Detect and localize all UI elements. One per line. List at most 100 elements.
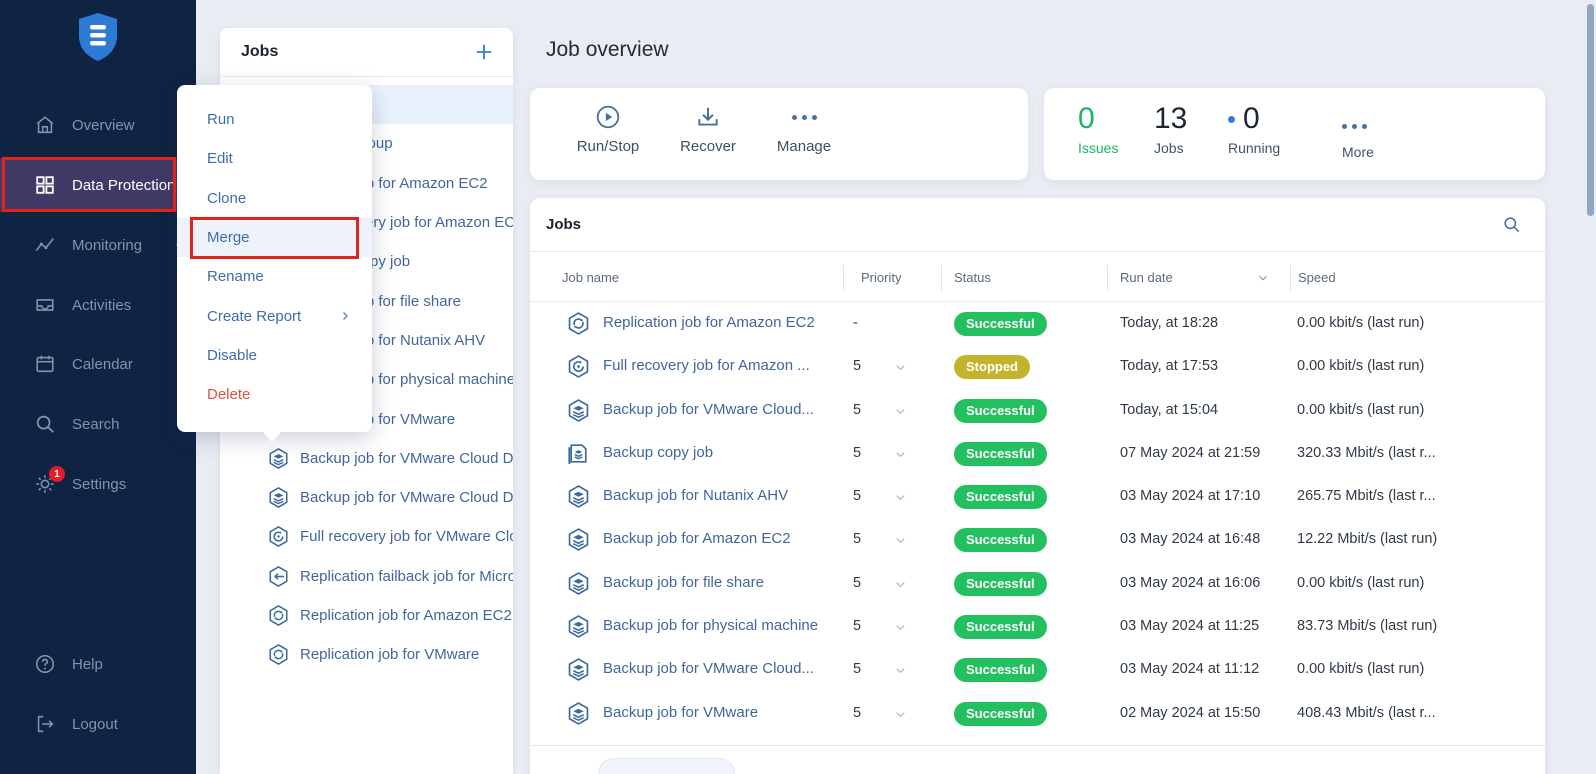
sort-chevron-down-icon[interactable] — [1257, 272, 1269, 284]
column-divider — [843, 265, 844, 291]
cell-job-name[interactable]: Backup job for physical machine — [603, 617, 818, 634]
table-row[interactable]: Replication job for Amazon EC2 - Success… — [530, 302, 1545, 345]
sidebar-item-data-protection[interactable]: Data Protection — [0, 158, 196, 212]
sidebar-item-overview[interactable]: Overview — [0, 105, 196, 145]
column-header-job-name[interactable]: Job name — [562, 270, 619, 285]
page-title: Job overview — [546, 38, 669, 62]
cell-job-name[interactable]: Backup job for Amazon EC2 — [603, 530, 791, 547]
cell-job-name[interactable]: Full recovery job for Amazon ... — [603, 357, 810, 374]
table-row[interactable]: Backup job for file share 5 Successful 0… — [530, 562, 1545, 605]
sidebar-item-label: Activities — [72, 297, 131, 314]
priority-dropdown-chevron-icon[interactable] — [894, 621, 907, 634]
sidebar: Overview Data Protection Monitoring Acti… — [0, 0, 196, 774]
sidebar-item-settings[interactable]: 1 Settings — [0, 464, 196, 504]
manage-button[interactable]: Manage — [756, 104, 852, 155]
column-divider — [1107, 265, 1108, 291]
menu-item-rename[interactable]: Rename — [177, 257, 372, 296]
ellipsis-icon — [792, 104, 817, 130]
menu-item-edit[interactable]: Edit — [177, 139, 372, 178]
priority-dropdown-chevron-icon[interactable] — [894, 708, 907, 721]
priority-dropdown-chevron-icon[interactable] — [894, 534, 907, 547]
cell-run-date: 07 May 2024 at 21:59 — [1120, 445, 1260, 461]
menu-item-clone[interactable]: Clone — [177, 179, 372, 218]
menu-item-label: Edit — [207, 150, 233, 167]
sidebar-item-activities[interactable]: Activities — [0, 285, 196, 325]
sidebar-item-help[interactable]: Help — [0, 644, 196, 684]
jobs-table-body: Replication job for Amazon EC2 - Success… — [530, 302, 1545, 735]
priority-dropdown-chevron-icon[interactable] — [894, 405, 907, 418]
menu-item-run[interactable]: Run — [177, 100, 372, 139]
sidebar-item-logout[interactable]: Logout — [0, 704, 196, 744]
pagination-button-partial[interactable] — [598, 758, 735, 774]
monitoring-icon — [34, 234, 56, 256]
menu-item-disable[interactable]: Disable — [177, 336, 372, 375]
cell-job-name[interactable]: Backup job for VMware Cloud... — [603, 401, 814, 418]
recover-button[interactable]: Recover — [660, 104, 756, 155]
backup-job-icon — [267, 486, 290, 509]
cell-job-name[interactable]: Backup copy job — [603, 444, 713, 461]
job-list-item-label: Full recovery job for VMware Cloud Direc… — [300, 528, 513, 545]
menu-item-create-report[interactable]: Create Report — [177, 296, 372, 335]
menu-item-delete[interactable]: Delete — [177, 375, 372, 414]
column-header-status[interactable]: Status — [954, 270, 991, 285]
job-list-item[interactable]: Backup job for VMware Cloud Director — [220, 439, 513, 478]
job-list-item[interactable]: Replication failback job for Microsoft A… — [220, 557, 513, 596]
cell-job-name[interactable]: Backup job for VMware — [603, 704, 758, 721]
sidebar-item-label: Logout — [72, 716, 118, 733]
stat-jobs[interactable]: 13 Jobs — [1154, 103, 1187, 156]
priority-dropdown-chevron-icon[interactable] — [894, 491, 907, 504]
cell-run-date: 03 May 2024 at 11:12 — [1120, 661, 1259, 677]
priority-dropdown-chevron-icon[interactable] — [894, 578, 907, 591]
sidebar-item-monitoring[interactable]: Monitoring — [0, 225, 196, 265]
priority-dropdown-chevron-icon[interactable] — [894, 361, 907, 374]
priority-dropdown-chevron-icon[interactable] — [894, 448, 907, 461]
table-row[interactable]: Backup job for Nutanix AHV 5 Successful … — [530, 475, 1545, 518]
cell-run-date: Today, at 17:53 — [1120, 358, 1218, 374]
table-row[interactable]: Backup job for VMware Cloud... 5 Success… — [530, 389, 1545, 432]
job-list-item[interactable]: Full recovery job for VMware Cloud Direc… — [220, 517, 513, 556]
cell-job-name[interactable]: Backup job for Nutanix AHV — [603, 487, 788, 504]
sidebar-item-calendar[interactable]: Calendar — [0, 344, 196, 384]
table-row[interactable]: Backup job for VMware Cloud... 5 Success… — [530, 648, 1545, 691]
cell-priority: 5 — [853, 618, 861, 634]
settings-notification-badge: 1 — [49, 466, 65, 482]
job-list-item[interactable]: Replication job for Amazon EC2 — [220, 596, 513, 635]
status-badge: Successful — [954, 399, 1047, 423]
status-badge: Successful — [954, 702, 1047, 726]
column-header-run-date[interactable]: Run date — [1120, 270, 1173, 285]
menu-item-merge[interactable]: Merge — [177, 218, 372, 257]
table-row[interactable]: Backup job for VMware 5 Successful 02 Ma… — [530, 692, 1545, 735]
cell-job-name[interactable]: Replication job for Amazon EC2 — [603, 314, 815, 331]
job-list-item[interactable]: Backup job for VMware Cloud Director — [220, 478, 513, 517]
table-search-icon[interactable] — [1502, 215, 1521, 234]
cell-run-date: 03 May 2024 at 17:10 — [1120, 488, 1260, 504]
calendar-icon — [34, 353, 56, 375]
table-row[interactable]: Full recovery job for Amazon ... 5 Stopp… — [530, 345, 1545, 388]
cell-speed: 0.00 kbit/s (last run) — [1297, 358, 1424, 374]
run-stop-button[interactable]: Run/Stop — [560, 104, 656, 155]
table-row[interactable]: Backup copy job 5 Successful 07 May 2024… — [530, 432, 1545, 475]
jobs-panel-title: Jobs — [241, 43, 473, 61]
column-header-speed[interactable]: Speed — [1298, 270, 1336, 285]
backup-job-icon — [566, 527, 591, 552]
table-row[interactable]: Backup job for Amazon EC2 5 Successful 0… — [530, 518, 1545, 561]
recovery-job-icon — [267, 525, 290, 548]
status-badge: Successful — [954, 485, 1047, 509]
stat-issues[interactable]: 0 Issues — [1078, 103, 1118, 156]
column-header-priority[interactable]: Priority — [861, 270, 901, 285]
sidebar-item-search[interactable]: Search — [0, 404, 196, 444]
cell-priority: 5 — [853, 705, 861, 721]
cell-job-name[interactable]: Backup job for VMware Cloud... — [603, 660, 814, 677]
job-list-item[interactable]: Replication job for VMware — [220, 635, 513, 674]
job-actions-toolbar: Run/Stop Recover Manage — [530, 88, 1028, 180]
stats-more-button[interactable]: More — [1342, 103, 1374, 160]
status-badge: Successful — [954, 528, 1047, 552]
table-row[interactable]: Backup job for physical machine 5 Succes… — [530, 605, 1545, 648]
running-count: 0 — [1243, 103, 1260, 135]
priority-dropdown-chevron-icon[interactable] — [894, 664, 907, 677]
backup-copy-job-icon — [566, 441, 591, 466]
scrollbar-thumb[interactable] — [1587, 4, 1594, 216]
stat-running[interactable]: 0 Running — [1228, 103, 1280, 156]
cell-job-name[interactable]: Backup job for file share — [603, 574, 764, 591]
add-job-plus-icon[interactable] — [473, 41, 495, 63]
